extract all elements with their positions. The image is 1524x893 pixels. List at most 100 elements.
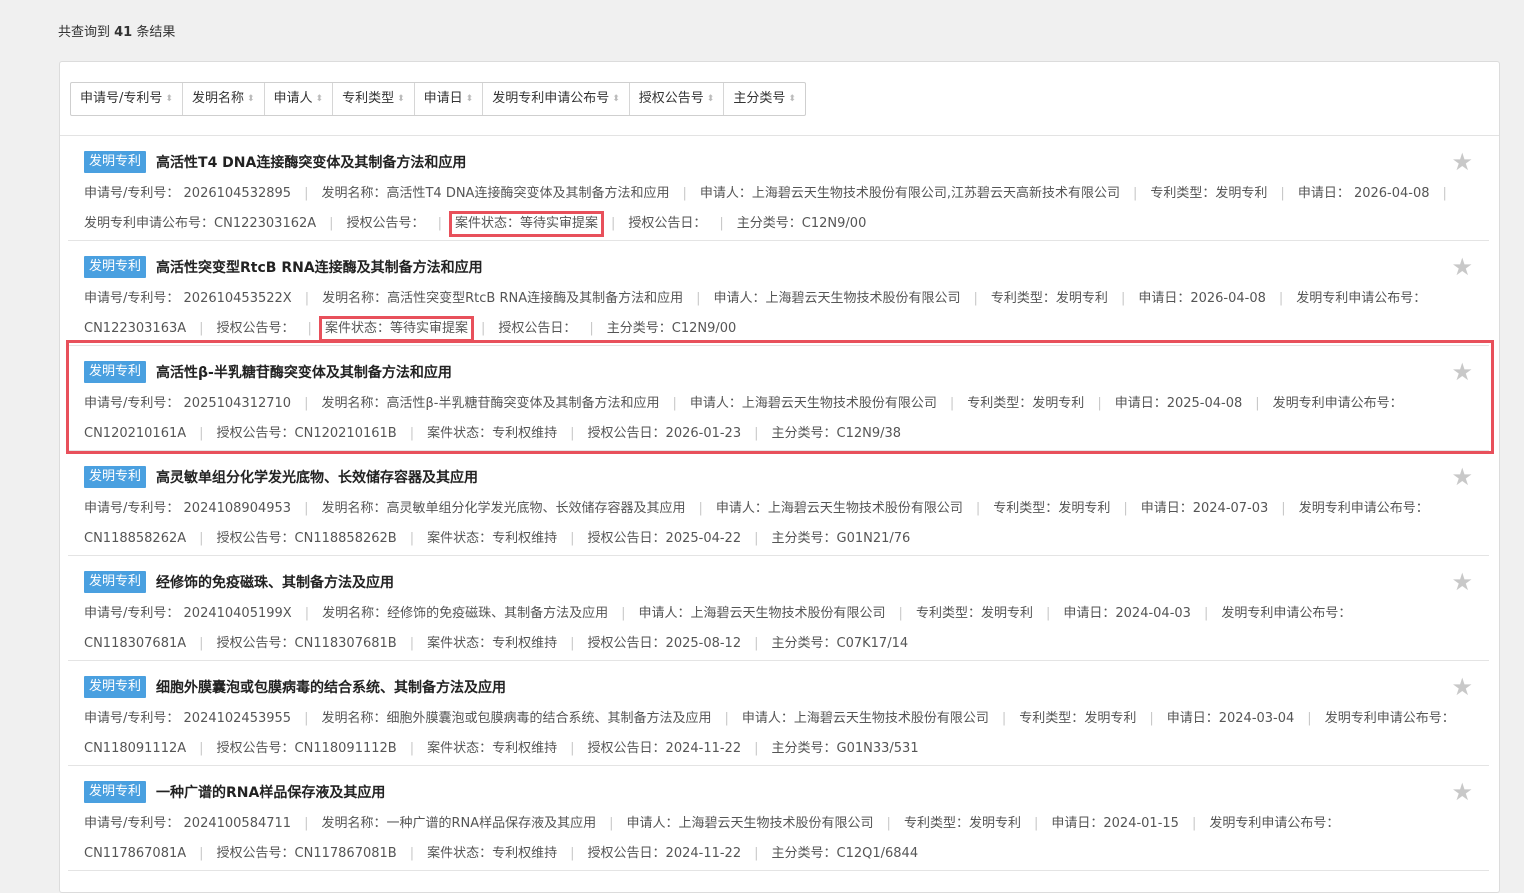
grant-no-value: CN118858262B (294, 531, 397, 546)
field-label: 申请人： (715, 501, 768, 516)
main-class-value: C07K17/14 (836, 636, 909, 651)
star-icon[interactable]: ★ (1451, 150, 1473, 174)
app-no-value: 2026104532895 (183, 186, 292, 201)
result-title-link[interactable]: 高灵敏单组分化学发光底物、长效储存容器及其应用 (156, 467, 478, 487)
sort-grant-no-button[interactable]: 授权公告号 ⬍ (630, 83, 725, 115)
summary-prefix: 共查询到 (58, 25, 115, 40)
field-label: 专利类型： (915, 606, 981, 621)
patent-type-value: 发明专利 (1055, 291, 1108, 306)
field-label: 申请日： (1297, 186, 1350, 201)
field-label: 发明名称： (321, 501, 387, 516)
grant-no-value: CN118091112B (294, 741, 397, 756)
results-panel: 申请号/专利号 ⬍ 发明名称 ⬍ 申请人 ⬍ 专利类型 ⬍ 申请日 ⬍ 发明专利申请公布号… (59, 61, 1500, 893)
result-title-link[interactable]: 高活性T4 DNA连接酶突变体及其制备方法和应用 (156, 152, 466, 172)
app-no-value: 202610453522X (183, 291, 292, 306)
field-label: 授权公告号： (216, 426, 295, 441)
invention-name-value: 高活性突变型RtcB RNA连接酶及其制备方法和应用 (387, 291, 684, 306)
status-value: 专利权维持 (492, 636, 558, 651)
field-label: 授权公告号： (216, 531, 295, 546)
app-no-value: 2024108904953 (183, 501, 292, 516)
app-date-value: 2024-07-03 (1192, 501, 1269, 516)
sort-invention-name-button[interactable]: 发明名称 ⬍ (183, 83, 265, 115)
sort-applicant-button[interactable]: 申请人 ⬍ (265, 83, 334, 115)
sort-patent-type-button[interactable]: 专利类型 ⬍ (333, 83, 415, 115)
patent-type-badge: 发明专利 (84, 256, 147, 278)
field-label: 专利类型： (1019, 711, 1085, 726)
field-label: 发明名称： (321, 396, 387, 411)
star-icon[interactable]: ★ (1451, 255, 1473, 279)
field-label: 发明专利申请公布号： (1221, 606, 1352, 621)
result-meta: 申请号/专利号： 202610453522X | 发明名称：高活性突变型RtcB R… (84, 284, 1469, 344)
field-label: 发明名称： (321, 186, 387, 201)
status-value: 专利权维持 (492, 741, 558, 756)
field-label: 申请日： (1114, 396, 1167, 411)
pub-no-value: CN118307681A (84, 636, 187, 651)
result-title-link[interactable]: 高活性β-半乳糖苷酶突变体及其制备方法和应用 (156, 362, 452, 382)
field-label: 主分类号： (771, 426, 837, 441)
star-icon[interactable]: ★ (1451, 675, 1473, 699)
sort-label: 发明名称 (191, 91, 244, 106)
applicant-value: 上海碧云天生物技术股份有限公司 (690, 606, 886, 621)
patent-type-badge: 发明专利 (84, 781, 147, 803)
grant-no-value: CN117867081B (294, 846, 397, 861)
field-label: 发明名称： (321, 711, 387, 726)
field-label: 案件状态： (324, 321, 390, 336)
field-label: 案件状态： (427, 426, 493, 441)
field-label: 授权公告日： (587, 636, 666, 651)
invention-name-value: 高灵敏单组分化学发光底物、长效储存容器及其应用 (386, 501, 686, 516)
field-label: 授权公告号： (346, 216, 425, 231)
field-label: 发明专利申请公布号： (1209, 816, 1340, 831)
result-title-link[interactable]: 高活性突变型RtcB RNA连接酶及其制备方法和应用 (156, 257, 483, 277)
main-class-value: C12N9/00 (671, 321, 737, 336)
field-label: 专利类型： (993, 501, 1059, 516)
field-label: 发明名称： (322, 291, 388, 306)
sort-main-class-button[interactable]: 主分类号 ⬍ (724, 83, 805, 115)
sort-arrows-icon: ⬍ (315, 94, 324, 104)
field-label: 申请日： (1051, 816, 1104, 831)
sort-pub-no-button[interactable]: 发明专利申请公布号 ⬍ (483, 83, 630, 115)
sort-label: 申请号/专利号 (80, 91, 163, 106)
star-icon[interactable]: ★ (1451, 780, 1473, 804)
status-value: 专利权维持 (492, 846, 558, 861)
sort-arrows-icon: ⬍ (612, 94, 620, 104)
result-title-link[interactable]: 经修饰的免疫磁珠、其制备方法及应用 (156, 572, 394, 592)
status-highlight: 案件状态：等待实审提案 (318, 316, 474, 342)
patent-type-badge: 发明专利 (84, 571, 147, 593)
field-label: 发明名称： (321, 816, 387, 831)
result-meta: 申请号/专利号： 2024102453955 | 发明名称：细胞外膜囊泡或包膜病毒的… (84, 711, 1455, 756)
summary-suffix: 条结果 (132, 25, 176, 40)
field-label: 授权公告号： (216, 846, 295, 861)
star-icon[interactable]: ★ (1451, 360, 1473, 384)
field-label: 主分类号： (606, 321, 672, 336)
star-icon[interactable]: ★ (1451, 570, 1473, 594)
invention-name-value: 高活性β-半乳糖苷酶突变体及其制备方法和应用 (386, 396, 660, 411)
field-label: 主分类号： (771, 531, 837, 546)
patent-type-value: 发明专利 (1032, 396, 1085, 411)
status-value: 专利权维持 (492, 531, 558, 546)
field-label: 申请人： (626, 816, 679, 831)
result-title-link[interactable]: 一种广谱的RNA样品保存液及其应用 (156, 782, 385, 802)
field-label: 申请日： (1140, 501, 1193, 516)
field-label: 案件状态： (427, 531, 493, 546)
sort-label: 发明专利申请公布号 (492, 91, 610, 106)
result-list: 发明专利 高活性T4 DNA连接酶突变体及其制备方法和应用 ★ 申请号/专利号：… (66, 136, 1494, 871)
sort-app-no-button[interactable]: 申请号/专利号 ⬍ (71, 83, 183, 115)
result-item: 发明专利 高活性突变型RtcB RNA连接酶及其制备方法和应用 ★ 申请号/专利… (68, 241, 1489, 346)
star-icon[interactable]: ★ (1451, 465, 1473, 489)
patent-type-badge: 发明专利 (84, 151, 147, 173)
pub-no-value: CN117867081A (84, 846, 187, 861)
field-label: 授权公告日： (628, 216, 707, 231)
app-no-value: 2025104312710 (183, 396, 292, 411)
patent-type-badge: 发明专利 (84, 466, 147, 488)
sort-label: 主分类号 (733, 91, 786, 106)
app-date-value: 2024-03-04 (1218, 711, 1295, 726)
field-label: 申请号/专利号： (84, 501, 180, 516)
sort-app-date-button[interactable]: 申请日 ⬍ (415, 83, 484, 115)
result-title-link[interactable]: 细胞外膜囊泡或包膜病毒的结合系统、其制备方法及应用 (156, 677, 506, 697)
sort-label: 授权公告号 (638, 91, 704, 106)
applicant-value: 上海碧云天生物技术股份有限公司 (741, 396, 937, 411)
status-highlight: 案件状态：等待实审提案 (448, 211, 604, 237)
field-label: 案件状态： (427, 846, 493, 861)
result-item: 发明专利 高灵敏单组分化学发光底物、长效储存容器及其应用 ★ 申请号/专利号： … (68, 451, 1489, 556)
app-date-value: 2024-01-15 (1103, 816, 1179, 831)
